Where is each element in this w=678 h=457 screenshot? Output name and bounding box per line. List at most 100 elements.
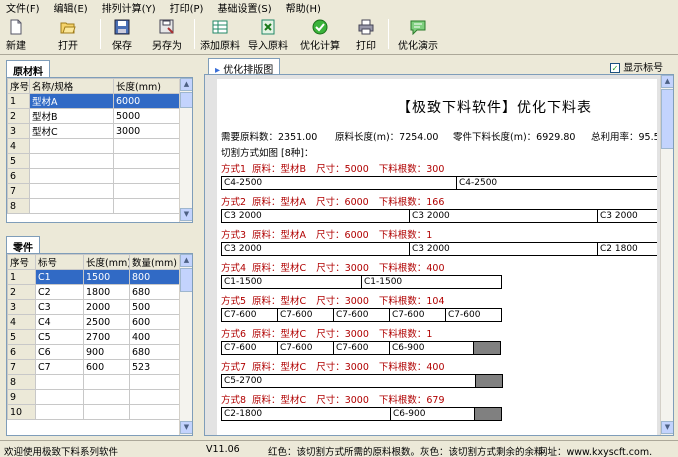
col-header[interactable]: 长度(mm) <box>113 78 180 94</box>
table-cell[interactable] <box>113 138 180 154</box>
menu-print[interactable]: 打印(P) <box>170 0 204 15</box>
table-row[interactable]: 5 C5 2700 400 <box>7 329 180 345</box>
table-cell[interactable]: 型材B <box>29 108 114 124</box>
row-number[interactable]: 5 <box>7 329 36 345</box>
report-viewport[interactable]: 【极致下料软件】优化下料表 需要原料数：2351.00 原料长度(m)：7254… <box>204 74 674 436</box>
table-row[interactable]: 2 C2 1800 680 <box>7 284 180 300</box>
table-cell[interactable] <box>83 374 130 390</box>
raw-material-grid[interactable]: 序号 名称/规格 长度(mm) 1 型材A 6000 2 型材B 5000 3 型材C 3000… <box>6 77 193 223</box>
table-cell[interactable]: C2 <box>35 284 84 300</box>
raw-material-tab[interactable]: 原材料 <box>6 60 50 78</box>
row-number[interactable]: 2 <box>7 108 30 124</box>
table-row[interactable]: 4 C4 2500 600 <box>7 314 180 330</box>
table-cell[interactable] <box>35 404 84 420</box>
table-cell[interactable]: 680 <box>129 284 180 300</box>
table-cell[interactable] <box>29 168 114 184</box>
table-row[interactable]: 6 <box>7 168 180 184</box>
table-row[interactable]: 3 型材C 3000 <box>7 123 180 139</box>
col-header[interactable]: 长度(mm) <box>83 254 130 270</box>
row-number[interactable]: 7 <box>7 183 30 199</box>
table-cell[interactable]: 1800 <box>83 284 130 300</box>
open-button[interactable]: 打开 <box>58 17 78 53</box>
scroll-down-icon[interactable]: ▼ <box>180 208 192 221</box>
col-header[interactable]: 序号 <box>7 78 30 94</box>
scroll-up-icon[interactable]: ▲ <box>661 75 673 88</box>
col-header[interactable]: 名称/规格 <box>29 78 114 94</box>
table-cell[interactable]: 6000 <box>113 93 180 109</box>
scroll-thumb[interactable] <box>180 268 192 292</box>
table-cell[interactable]: 600 <box>129 314 180 330</box>
table-cell[interactable] <box>29 198 114 214</box>
table-cell[interactable] <box>83 404 130 420</box>
parts-tab[interactable]: 零件 <box>6 236 40 254</box>
table-cell[interactable]: 5000 <box>113 108 180 124</box>
new-button[interactable]: 新建 <box>6 17 26 53</box>
table-cell[interactable]: 600 <box>83 359 130 375</box>
table-cell[interactable]: 3000 <box>113 123 180 139</box>
row-number[interactable]: 6 <box>7 344 36 360</box>
row-number[interactable]: 1 <box>7 269 36 285</box>
menu-help[interactable]: 帮助(H) <box>286 0 321 15</box>
table-cell[interactable]: 2700 <box>83 329 130 345</box>
report-scrollbar[interactable]: ▲ ▼ <box>660 75 673 435</box>
show-label-toggle[interactable]: ✓ 显示标号 <box>610 59 663 74</box>
table-cell[interactable] <box>35 374 84 390</box>
row-number[interactable]: 6 <box>7 168 30 184</box>
table-cell[interactable] <box>29 138 114 154</box>
menu-edit[interactable]: 编辑(E) <box>54 0 88 15</box>
table-cell[interactable]: 2000 <box>83 299 130 315</box>
row-number[interactable]: 4 <box>7 138 30 154</box>
table-cell[interactable]: 2500 <box>83 314 130 330</box>
row-number[interactable]: 1 <box>7 93 30 109</box>
table-cell[interactable]: 型材C <box>29 123 114 139</box>
table-cell[interactable] <box>129 404 180 420</box>
row-number[interactable]: 8 <box>7 198 30 214</box>
checkbox-checked-icon[interactable]: ✓ <box>610 63 620 73</box>
table-cell[interactable] <box>35 389 84 405</box>
add-material-button[interactable]: 添加原料 <box>200 17 240 53</box>
table-cell[interactable]: 400 <box>129 329 180 345</box>
table-cell[interactable]: 680 <box>129 344 180 360</box>
table-cell[interactable] <box>29 183 114 199</box>
row-number[interactable]: 7 <box>7 359 36 375</box>
parts-grid[interactable]: 序号 标号 长度(mm) 数量(mm) 1 C1 1500 800 2 C2 1800 680… <box>6 253 193 436</box>
table-cell[interactable] <box>113 153 180 169</box>
col-header[interactable]: 标号 <box>35 254 84 270</box>
row-number[interactable]: 3 <box>7 299 36 315</box>
table-cell[interactable] <box>129 389 180 405</box>
table-cell[interactable]: C6 <box>35 344 84 360</box>
scroll-up-icon[interactable]: ▲ <box>180 78 192 91</box>
menu-settings[interactable]: 基础设置(S) <box>217 0 271 15</box>
table-cell[interactable]: 800 <box>129 269 180 285</box>
table-cell[interactable]: 1500 <box>83 269 130 285</box>
table-cell[interactable]: C4 <box>35 314 84 330</box>
table-cell[interactable] <box>129 374 180 390</box>
save-button[interactable]: 保存 <box>112 17 132 53</box>
table-row[interactable]: 5 <box>7 153 180 169</box>
table-row[interactable]: 8 <box>7 198 180 214</box>
col-header[interactable]: 数量(mm) <box>129 254 180 270</box>
table-cell[interactable]: C5 <box>35 329 84 345</box>
row-number[interactable]: 4 <box>7 314 36 330</box>
table-row[interactable]: 7 C7 600 523 <box>7 359 180 375</box>
table-row[interactable]: 8 <box>7 374 180 390</box>
row-number[interactable]: 10 <box>7 404 36 420</box>
table-row[interactable]: 6 C6 900 680 <box>7 344 180 360</box>
table-row[interactable]: 1 C1 1500 800 <box>7 269 180 285</box>
raw-scrollbar[interactable]: ▲ ▼ <box>179 78 192 222</box>
table-cell[interactable]: C7 <box>35 359 84 375</box>
scroll-down-icon[interactable]: ▼ <box>661 421 673 434</box>
row-number[interactable]: 2 <box>7 284 36 300</box>
table-cell[interactable] <box>113 168 180 184</box>
table-row[interactable]: 9 <box>7 389 180 405</box>
save-as-button[interactable]: 另存为 <box>152 17 182 53</box>
table-cell[interactable]: 900 <box>83 344 130 360</box>
menu-file[interactable]: 文件(F) <box>6 0 40 15</box>
print-button[interactable]: 打印 <box>356 17 376 53</box>
row-number[interactable]: 3 <box>7 123 30 139</box>
table-row[interactable]: 2 型材B 5000 <box>7 108 180 124</box>
table-cell[interactable] <box>113 183 180 199</box>
table-cell[interactable]: 523 <box>129 359 180 375</box>
scroll-down-icon[interactable]: ▼ <box>180 421 192 434</box>
table-cell[interactable]: 型材A <box>29 93 114 109</box>
